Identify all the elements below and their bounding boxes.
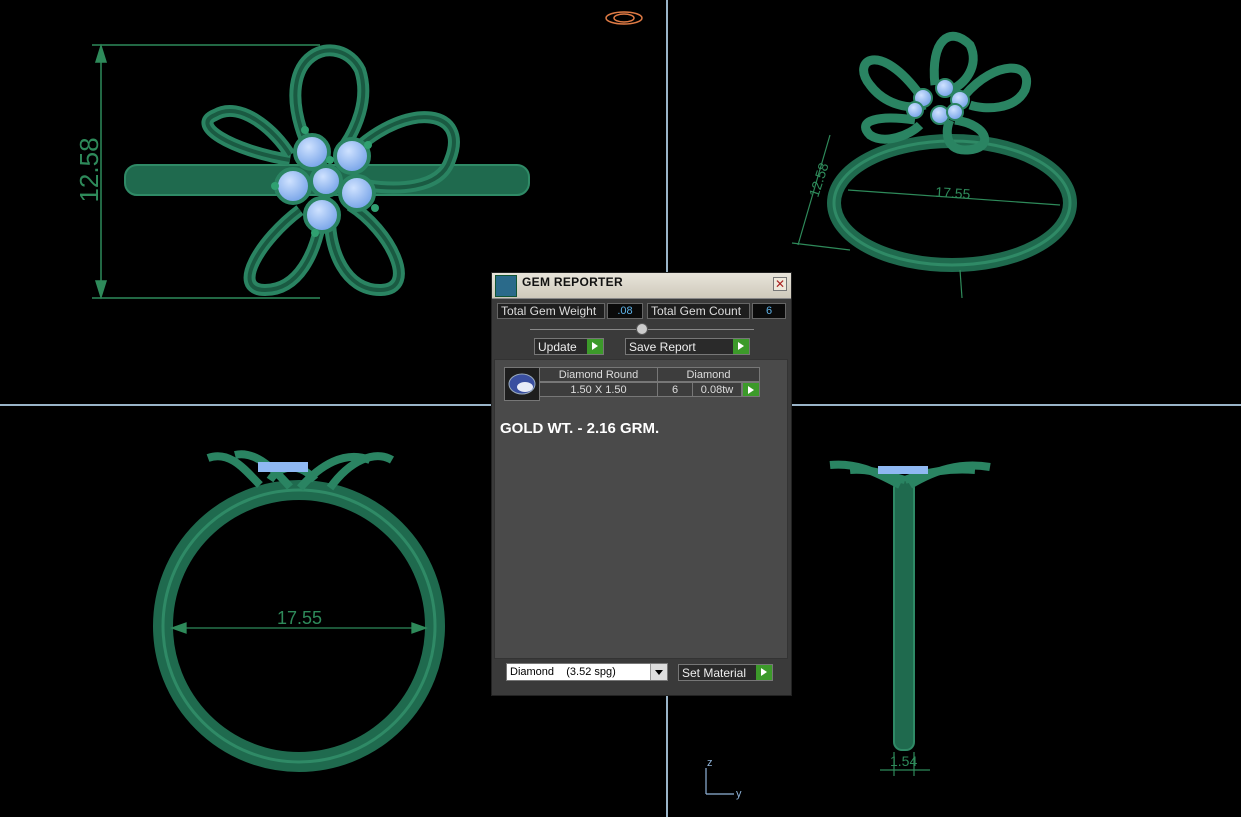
gem-reporter-titlebar[interactable]: GEM REPORTER ✕ (492, 273, 791, 299)
thickness-dimension-label: 1.54 (890, 753, 917, 769)
axis-y-label: y (736, 788, 742, 800)
set-material-button-label: Set Material (682, 666, 747, 680)
gem-reporter-title: GEM REPORTER (522, 275, 623, 289)
height-dimension-label-perspective: 12.58 (806, 160, 832, 198)
gems-side (878, 466, 928, 474)
play-arrow-icon (587, 339, 603, 354)
perspective-view: 17.55 12.58 (605, 11, 1077, 299)
gem-shape-header: Diamond Round (539, 367, 658, 382)
play-arrow-icon (743, 383, 759, 396)
gem-reporter-panel: GEM REPORTER ✕ Total Gem Weight .08 Tota… (491, 272, 792, 696)
gem-thumbnail (504, 367, 540, 401)
save-report-button-label: Save Report (629, 340, 696, 354)
save-report-button[interactable]: Save Report (625, 338, 750, 355)
diameter-dimension-label: 17.55 (277, 608, 322, 628)
width-dimension-label-perspective: 17.55 (935, 184, 971, 202)
total-gem-weight-label: Total Gem Weight (497, 303, 605, 319)
gem-reporter-app-icon (495, 275, 517, 297)
update-button[interactable]: Update (534, 338, 604, 355)
panel-collapse-handle[interactable] (636, 323, 648, 335)
gem-report-content: Diamond Round Diamond 1.50 X 1.50 6 0.08… (494, 359, 788, 659)
gold-weight-note: GOLD WT. - 2.16 GRM. (500, 420, 660, 437)
front-view: 17.55 (153, 450, 445, 772)
set-material-button[interactable]: Set Material (678, 664, 773, 681)
total-gem-count-label: Total Gem Count (647, 303, 750, 319)
total-gem-weight-value: .08 (607, 303, 643, 319)
material-select[interactable]: Diamond (3.52 spg) (506, 663, 668, 681)
chevron-down-icon[interactable] (650, 664, 667, 680)
material-select-value: Diamond (3.52 spg) (510, 666, 616, 678)
height-dimension-label: 12.58 (74, 137, 104, 202)
play-arrow-icon (733, 339, 749, 354)
close-icon[interactable]: ✕ (773, 277, 787, 291)
top-view: 12.58 (74, 43, 530, 300)
gems-front (258, 462, 308, 472)
gizmo-icon[interactable] (605, 11, 643, 25)
gem-size-cell: 1.50 X 1.50 (539, 382, 658, 397)
axis-indicator (705, 768, 734, 795)
update-button-label: Update (538, 340, 577, 354)
axis-z-label: z (707, 757, 713, 769)
gem-weight-cell: 0.08tw (692, 382, 742, 397)
diamond-round-icon (508, 373, 536, 395)
gem-count-cell: 6 (657, 382, 693, 397)
gem-material-header: Diamond (657, 367, 760, 382)
play-arrow-icon (756, 665, 772, 680)
ring-band-side (893, 479, 915, 751)
gem-row-action-button[interactable] (742, 382, 760, 397)
total-gem-count-value: 6 (752, 303, 786, 319)
